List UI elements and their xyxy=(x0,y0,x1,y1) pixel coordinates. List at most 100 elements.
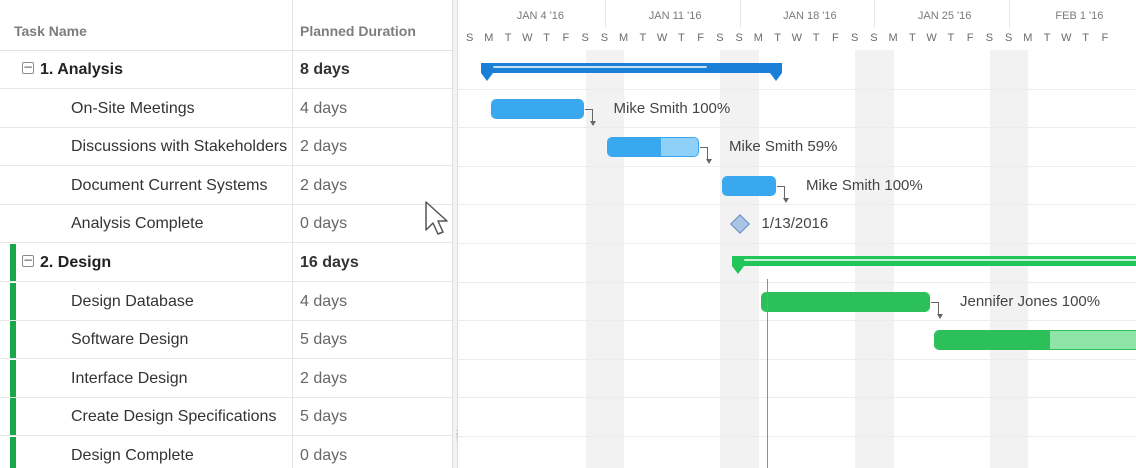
row-gridline xyxy=(458,243,1136,244)
planned-duration[interactable]: 2 days xyxy=(300,360,347,397)
day-letter: S xyxy=(850,32,859,44)
planned-duration[interactable]: 4 days xyxy=(300,283,347,320)
summary-bar[interactable] xyxy=(731,256,1136,266)
task-row[interactable]: −1. Analysis 8 days xyxy=(0,51,452,89)
day-letter: T xyxy=(947,32,955,44)
milestone-label: 1/13/2016 xyxy=(761,215,829,233)
day-letter: F xyxy=(562,32,570,44)
day-letter: S xyxy=(1004,32,1013,44)
task-name[interactable]: Document Current Systems xyxy=(71,167,289,204)
task-row[interactable]: −2. Design 16 days xyxy=(0,244,452,282)
task-bar[interactable] xyxy=(934,330,1136,351)
task-bar-progress xyxy=(492,99,583,118)
planned-duration[interactable]: 16 days xyxy=(300,244,359,281)
task-name[interactable]: Create Design Specifications xyxy=(71,398,289,435)
task-bar-progress xyxy=(723,176,775,195)
dependency-connector xyxy=(584,108,596,126)
day-letter: T xyxy=(909,32,916,44)
splitter-grip-icon[interactable]: ⋮ ⋮ xyxy=(453,430,461,448)
row-gridline xyxy=(458,436,1136,437)
task-name[interactable]: Design Complete xyxy=(71,437,289,468)
day-letter: M xyxy=(1023,32,1033,44)
collapse-toggle-icon[interactable]: − xyxy=(22,61,34,74)
day-letter: M xyxy=(484,32,494,44)
connector-arrow-icon xyxy=(705,159,712,165)
week-label: JAN 18 '16 xyxy=(783,10,837,22)
task-row[interactable]: Discussions with Stakeholders 2 days xyxy=(0,128,452,167)
task-row[interactable]: On-Site Meetings 4 days xyxy=(0,90,452,128)
row-color-indicator xyxy=(10,398,16,436)
task-bar[interactable] xyxy=(722,175,776,196)
day-letter: S xyxy=(581,32,589,44)
day-letter: F xyxy=(697,32,704,44)
week-label: JAN 11 '16 xyxy=(648,10,702,22)
row-color-indicator xyxy=(10,359,16,397)
task-name[interactable]: 1. Analysis xyxy=(40,51,290,88)
task-row[interactable]: Design Database 4 days xyxy=(0,282,452,321)
day-letter: S xyxy=(870,32,878,44)
task-bar-label: Mike Smith 59% xyxy=(729,138,838,156)
day-letter: M xyxy=(753,32,763,44)
row-color-indicator xyxy=(10,321,16,359)
task-name[interactable]: Interface Design xyxy=(71,360,289,397)
row-gridline xyxy=(458,358,1136,360)
day-letter: F xyxy=(832,32,839,44)
day-letter: W xyxy=(926,32,937,44)
day-letter: S xyxy=(465,32,474,44)
summary-bar-end-icon xyxy=(481,73,494,81)
column-header-task-name[interactable]: Task Name xyxy=(14,0,87,50)
task-bar-progress xyxy=(761,292,929,311)
planned-duration[interactable]: 8 days xyxy=(300,51,350,88)
week-label: FEB 1 '16 xyxy=(1055,10,1104,22)
task-name[interactable]: Analysis Complete xyxy=(71,205,289,242)
dependency-connector xyxy=(700,147,712,165)
week-divider xyxy=(604,0,606,28)
planned-duration[interactable]: 2 days xyxy=(300,167,347,204)
summary-bar[interactable] xyxy=(481,63,782,73)
task-name[interactable]: On-Site Meetings xyxy=(71,90,289,127)
day-letter: F xyxy=(966,32,974,44)
dependency-connector xyxy=(931,301,943,319)
task-row[interactable]: Software Design 5 days xyxy=(0,321,452,360)
day-letter: T xyxy=(1082,32,1089,44)
task-bar[interactable] xyxy=(760,291,930,312)
summary-bar-highlight xyxy=(493,66,707,68)
planned-duration[interactable]: 0 days xyxy=(300,437,347,468)
task-bar[interactable] xyxy=(606,137,699,158)
planned-duration[interactable]: 5 days xyxy=(300,321,347,358)
planned-duration[interactable]: 0 days xyxy=(300,205,347,242)
task-row[interactable]: Design Complete 0 days xyxy=(0,437,452,468)
task-bar[interactable] xyxy=(491,98,584,119)
planned-duration[interactable]: 5 days xyxy=(300,398,347,435)
day-letter: T xyxy=(1043,32,1051,44)
task-row[interactable]: Interface Design 2 days xyxy=(0,359,452,398)
day-letter: S xyxy=(716,32,724,44)
task-row[interactable]: Analysis Complete 0 days xyxy=(0,205,452,244)
today-line xyxy=(766,279,769,468)
summary-bar-end-icon xyxy=(770,73,782,81)
planned-duration[interactable]: 2 days xyxy=(300,128,347,165)
day-letter: T xyxy=(543,32,550,44)
task-name[interactable]: Software Design xyxy=(71,321,289,358)
row-color-indicator xyxy=(10,437,16,468)
day-letter: W xyxy=(656,32,668,44)
task-row[interactable]: Create Design Specifications 5 days xyxy=(0,398,452,437)
day-letter: T xyxy=(504,32,512,44)
column-header-planned-duration[interactable]: Planned Duration xyxy=(300,0,416,50)
row-gridline xyxy=(458,127,1136,129)
day-letter: M xyxy=(619,32,629,44)
day-letter: T xyxy=(774,32,781,44)
collapse-toggle-icon[interactable]: − xyxy=(22,254,34,267)
task-row[interactable]: Document Current Systems 2 days xyxy=(0,167,452,205)
week-divider xyxy=(1009,0,1010,28)
summary-bar-body xyxy=(481,63,782,73)
task-name[interactable]: 2. Design xyxy=(40,244,290,281)
day-letter: T xyxy=(678,32,685,44)
task-bar-label: Mike Smith 100% xyxy=(613,99,731,117)
row-color-indicator xyxy=(10,244,16,281)
row-gridline xyxy=(458,165,1136,167)
task-bar-label: Mike Smith 100% xyxy=(806,176,923,194)
task-name[interactable]: Discussions with Stakeholders xyxy=(71,128,289,165)
planned-duration[interactable]: 4 days xyxy=(300,90,347,127)
task-name[interactable]: Design Database xyxy=(71,283,289,320)
